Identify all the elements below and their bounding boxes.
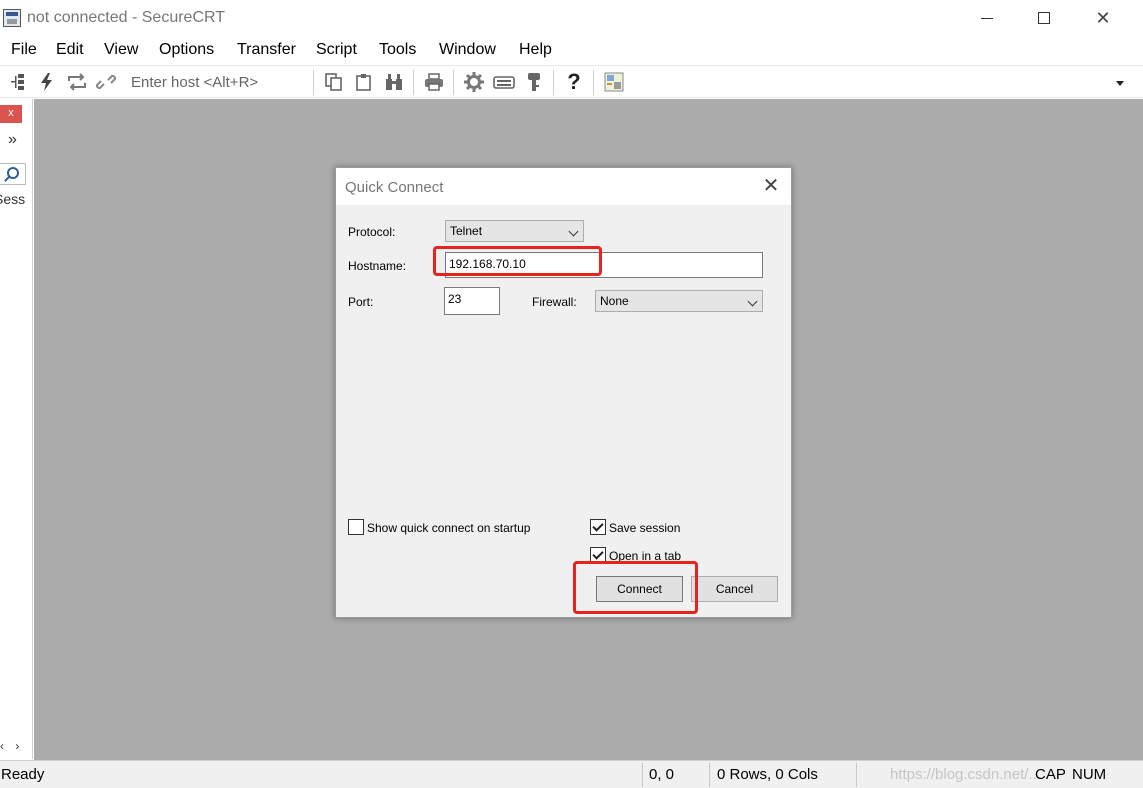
panel-scroll-arrows[interactable]: ‹ ›	[0, 739, 23, 753]
keymap-keyboard-icon[interactable]	[493, 71, 515, 93]
toolbar-separator	[593, 70, 594, 95]
menu-options[interactable]: Options	[159, 41, 214, 59]
port-input[interactable]: 23	[444, 287, 500, 315]
session-search-button[interactable]	[0, 163, 26, 185]
save-session-checkbox[interactable]	[590, 519, 606, 535]
protocol-label: Protocol:	[348, 225, 396, 239]
num-lock-indicator: NUM	[1072, 766, 1107, 783]
quick-connect-lightning-icon[interactable]	[36, 71, 58, 93]
firewall-select[interactable]: None	[595, 290, 763, 312]
cursor-position: 0, 0	[649, 766, 675, 783]
show-on-startup-label: Show quick connect on startup	[367, 521, 531, 535]
firewall-label: Firewall:	[532, 295, 577, 309]
menu-transfer[interactable]: Transfer	[237, 41, 296, 59]
print-icon[interactable]	[423, 71, 445, 93]
hostname-highlight-annotation	[433, 246, 602, 276]
help-question-icon[interactable]: ?	[563, 69, 585, 94]
protocol-value: Telnet	[450, 224, 483, 238]
toolbar-separator	[413, 70, 414, 95]
firewall-value: None	[600, 294, 629, 308]
disconnect-icon[interactable]	[95, 71, 117, 93]
connect-in-session-manager-icon[interactable]	[7, 71, 29, 93]
toolbar-separator	[553, 70, 554, 95]
menu-script[interactable]: Script	[316, 41, 357, 59]
save-session-label: Save session	[609, 521, 681, 535]
checkmark-icon	[592, 520, 604, 532]
port-label: Port:	[348, 295, 374, 309]
close-window-button[interactable]: ✕	[1074, 0, 1132, 36]
session-manager-panel: x » Sess ‹ ›	[0, 99, 33, 759]
session-options-gear-icon[interactable]	[463, 71, 485, 93]
menu-bar: File Edit View Options Transfer Script T…	[0, 38, 1143, 64]
sessions-label: Sess	[0, 191, 26, 207]
minimize-icon	[981, 17, 993, 19]
menu-file[interactable]: File	[11, 41, 37, 59]
window-title: not connected - SecureCRT	[27, 9, 226, 26]
watermark-text: https://blog.csdn.net/...	[890, 766, 1041, 783]
terminal-dimensions: 0 Rows, 0 Cols	[717, 766, 818, 783]
title-bar: not connected - SecureCRT ✕	[0, 0, 1143, 36]
panel-close-button[interactable]: x	[0, 105, 22, 123]
status-bar: Ready 0, 0 0 Rows, 0 Cols https://blog.c…	[0, 760, 1143, 788]
maximize-icon	[1038, 12, 1050, 24]
menu-edit[interactable]: Edit	[56, 41, 84, 59]
cancel-button[interactable]: Cancel	[691, 576, 778, 602]
securecrt-app-icon[interactable]	[3, 9, 21, 27]
maximize-button[interactable]	[1015, 0, 1073, 36]
caps-lock-indicator: CAP	[1035, 766, 1066, 783]
key-manager-icon[interactable]	[523, 71, 545, 93]
toolbar-separator	[313, 70, 314, 95]
dialog-close-icon[interactable]: ✕	[760, 175, 782, 197]
hostname-label: Hostname:	[348, 259, 407, 273]
script-image-icon[interactable]	[603, 71, 625, 93]
panel-expand-icon[interactable]: »	[8, 131, 17, 149]
dialog-title: Quick Connect	[345, 179, 444, 196]
toolbar-overflow-icon[interactable]	[1116, 81, 1124, 86]
copy-icon[interactable]	[323, 71, 345, 93]
menu-view[interactable]: View	[104, 41, 138, 59]
minimize-button[interactable]	[958, 0, 1016, 36]
protocol-select[interactable]: Telnet	[445, 220, 584, 242]
checkmark-icon	[592, 548, 604, 560]
chevron-down-icon	[747, 296, 758, 307]
quick-connect-dialog: Quick Connect ✕ Protocol: Telnet Hostnam…	[335, 167, 792, 618]
menu-window[interactable]: Window	[439, 41, 496, 59]
reconnect-icon[interactable]	[66, 71, 88, 93]
paste-icon[interactable]	[353, 71, 375, 93]
find-binoculars-icon[interactable]	[383, 71, 405, 93]
menu-tools[interactable]: Tools	[379, 41, 416, 59]
port-value: 23	[448, 292, 462, 306]
menu-help[interactable]: Help	[519, 41, 552, 59]
chevron-down-icon	[568, 226, 579, 237]
close-icon: ✕	[1095, 7, 1111, 28]
show-on-startup-checkbox[interactable]	[348, 519, 364, 535]
enter-host-input[interactable]	[125, 71, 307, 93]
toolbar-separator	[453, 70, 454, 95]
connect-highlight-annotation	[573, 561, 698, 614]
status-text: Ready	[1, 766, 45, 783]
toolbar: ?	[0, 65, 1143, 98]
dialog-title-bar: Quick Connect ✕	[336, 168, 791, 205]
